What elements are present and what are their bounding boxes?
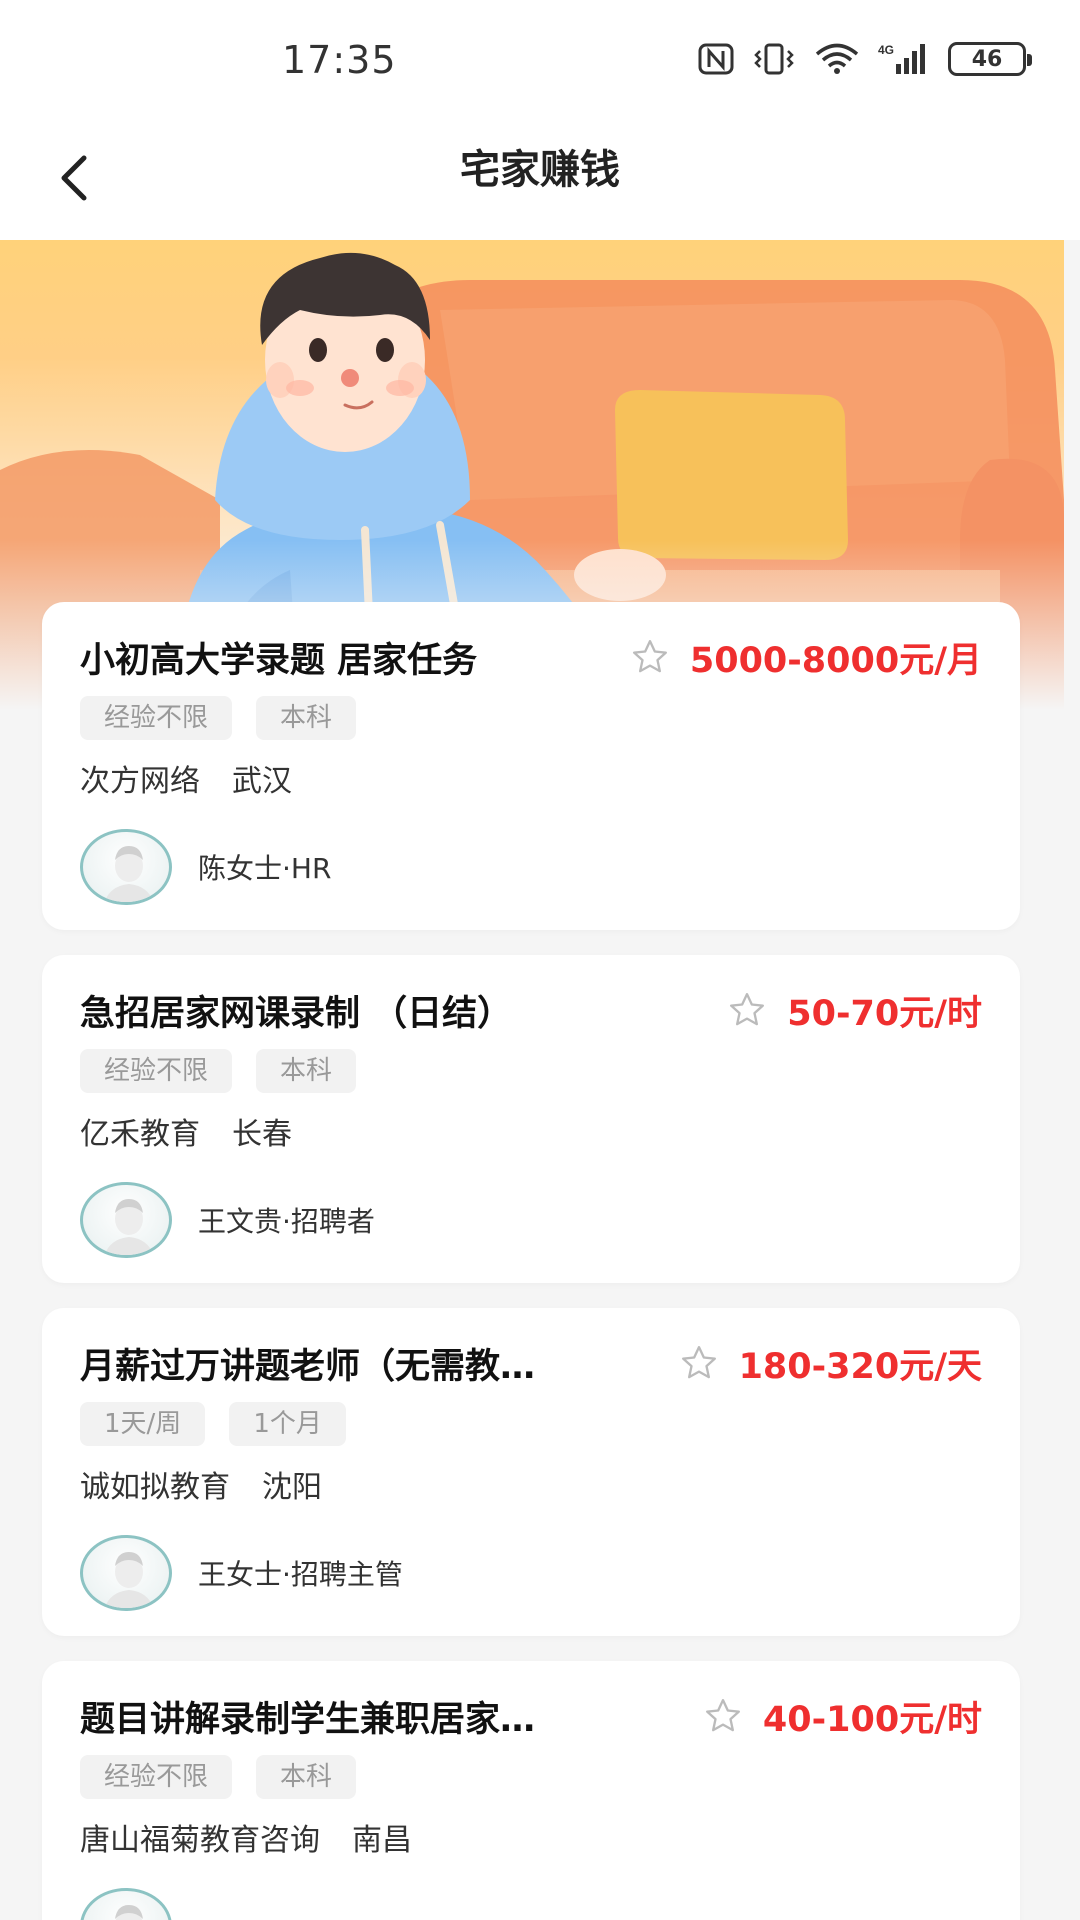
tag-experience: 经验不限 (80, 696, 233, 740)
avatar (80, 1535, 172, 1611)
job-card[interactable]: 题目讲解录制学生兼职居家… 40-100元/时 经验不限 本科 唐山福菊教育咨询… (42, 1661, 1020, 1920)
nav-bar: 宅家赚钱 (0, 120, 1080, 240)
avatar (80, 1888, 172, 1920)
job-card[interactable]: 急招居家网课录制 （日结） 50-70元/时 经验不限 本科 亿禾教育 长春 王… (42, 955, 1020, 1283)
tag-frequency: 1天/周 (80, 1402, 206, 1446)
job-card[interactable]: 小初高大学录题 居家任务 5000-8000元/月 经验不限 本科 次方网络 武… (42, 602, 1020, 930)
salary: 5000-8000元/月 (689, 640, 982, 681)
salary: 180-320元/天 (738, 1346, 982, 1387)
job-city: 南昌 (352, 1823, 412, 1858)
job-title: 小初高大学录题 居家任务 (80, 640, 478, 681)
battery-icon: 46 (948, 42, 1032, 76)
recruiter-name: 王女士·招聘主管 (198, 1558, 403, 1591)
tag-education: 本科 (256, 1049, 357, 1093)
salary: 50-70元/时 (787, 993, 982, 1034)
tag-education: 本科 (256, 696, 357, 740)
tag-duration: 1个月 (229, 1402, 346, 1446)
battery-level: 46 (971, 46, 1003, 72)
recruiter-name: 王文贵·招聘者 (198, 1205, 375, 1238)
wifi-icon (814, 43, 860, 75)
salary: 40-100元/时 (762, 1699, 982, 1740)
tag-experience: 经验不限 (80, 1049, 233, 1093)
status-time: 17:35 (282, 38, 397, 82)
back-button[interactable] (40, 144, 112, 216)
job-city: 沈阳 (262, 1470, 322, 1505)
job-title: 题目讲解录制学生兼职居家… (80, 1699, 536, 1740)
vibrate-icon (752, 43, 796, 75)
status-bar: 17:35 4G 46 (0, 0, 1080, 120)
star-icon[interactable] (628, 635, 672, 679)
star-icon[interactable] (725, 988, 769, 1032)
job-title: 月薪过万讲题老师（无需教… (80, 1346, 536, 1387)
svg-text:4G: 4G (878, 43, 894, 57)
tag-experience: 经验不限 (80, 1755, 233, 1799)
chevron-left-icon (56, 154, 96, 206)
page-title: 宅家赚钱 (460, 147, 620, 193)
nfc-icon (698, 43, 734, 75)
job-card[interactable]: 月薪过万讲题老师（无需教… 180-320元/天 1天/周 1个月 诚如拟教育 … (42, 1308, 1020, 1636)
star-icon[interactable] (677, 1341, 721, 1385)
company-name: 诚如拟教育 (80, 1470, 230, 1505)
avatar (80, 1182, 172, 1258)
tag-education: 本科 (256, 1755, 357, 1799)
recruiter-name: 陈女士·HR (198, 852, 332, 885)
job-city: 武汉 (232, 764, 292, 799)
job-list: 小初高大学录题 居家任务 5000-8000元/月 经验不限 本科 次方网络 武… (42, 602, 1020, 1920)
company-name: 次方网络 (80, 764, 200, 799)
company-name: 亿禾教育 (80, 1117, 200, 1152)
cellular-signal-icon: 4G (878, 42, 930, 76)
avatar (80, 829, 172, 905)
status-icons: 4G 46 (698, 42, 1032, 76)
job-city: 长春 (232, 1117, 292, 1152)
star-icon[interactable] (701, 1694, 745, 1738)
company-name: 唐山福菊教育咨询 (80, 1823, 320, 1858)
job-title: 急招居家网课录制 （日结） (80, 993, 513, 1034)
